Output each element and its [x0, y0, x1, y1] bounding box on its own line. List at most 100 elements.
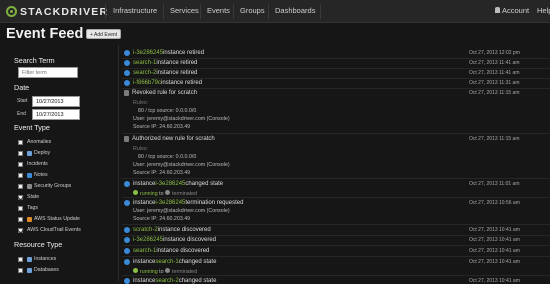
- row-divider: [122, 197, 550, 198]
- add-event-button[interactable]: + Add Event: [86, 29, 122, 39]
- instance-link[interactable]: i-3e286245: [133, 237, 163, 243]
- instance-link[interactable]: search-2: [155, 278, 178, 284]
- event-type-heading: Event Type: [14, 123, 50, 132]
- notes-checkbox[interactable]: [18, 172, 23, 178]
- stackdriver-logo-icon: [6, 6, 17, 17]
- incidents-checkbox[interactable]: [18, 161, 23, 167]
- source-ip-text: Source IP: 24.60.203.49: [133, 170, 191, 176]
- event-timestamp: Oct 27, 2013 10:41 am: [469, 237, 520, 243]
- instance-link[interactable]: i-3e286245: [133, 50, 163, 56]
- running-status-icon: [133, 268, 138, 273]
- event-timestamp: Oct 27, 2013 11:41 am: [469, 60, 520, 66]
- info-icon: [124, 237, 130, 243]
- source-ip-text: Source IP: 24.60.203.49: [133, 216, 191, 222]
- source-ip-text: Source IP: 24.60.203.49: [133, 124, 191, 130]
- end-date-input[interactable]: [32, 109, 80, 120]
- terminated-status-icon: [165, 190, 171, 195]
- event-timestamp: Oct 27, 2013 11:15 am: [469, 136, 520, 142]
- help-menu[interactable]: Help: [537, 6, 550, 15]
- notes-label: Notes: [34, 172, 48, 178]
- stackdriver-logo[interactable]: STACKDRIVER: [6, 4, 108, 19]
- security-groups-label: Security Groups: [34, 183, 72, 189]
- search-term-heading: Search Term: [14, 56, 55, 65]
- event-timestamp: Oct 27, 2013 11:31 am: [469, 80, 520, 86]
- event-text: instance discovered: [157, 227, 211, 233]
- server-icon: [27, 256, 32, 262]
- instance-link[interactable]: i-f866b79c: [133, 80, 161, 86]
- event-timestamp: Oct 27, 2013 10:56 am: [469, 200, 520, 206]
- event-timestamp: Oct 27, 2013 10:41 am: [469, 278, 520, 284]
- databases-label: Databases: [34, 267, 59, 273]
- rules-label: Rules:: [133, 146, 149, 152]
- event-timestamp: Oct 27, 2013 11:15 am: [469, 90, 520, 96]
- event-text: instance discovered: [163, 237, 217, 243]
- event-text: changed state: [178, 278, 217, 284]
- instance-link[interactable]: search-2: [133, 70, 156, 76]
- instance-link[interactable]: search-1: [133, 248, 156, 254]
- instance-link[interactable]: i-3e286245: [155, 181, 185, 187]
- brand-name: STACKDRIVER: [20, 5, 109, 18]
- row-divider: [122, 178, 550, 179]
- row-divider: [122, 68, 550, 69]
- end-date-label: End: [17, 111, 26, 117]
- filter-aws-status-update[interactable]: AWS Status Update: [18, 215, 80, 223]
- filter-databases[interactable]: Databases: [18, 266, 59, 274]
- nav-divider: [233, 4, 234, 19]
- filter-incidents[interactable]: Incidents: [18, 160, 48, 168]
- top-navbar: STACKDRIVER Infrastructure Services Even…: [0, 0, 550, 23]
- filter-deploy[interactable]: Deploy: [18, 149, 50, 157]
- info-icon: [124, 200, 130, 206]
- terminated-status-icon: [165, 268, 171, 273]
- filter-aws-cloudtrail[interactable]: AWS CloudTrail Events: [18, 226, 81, 234]
- nav-dashboards[interactable]: Dashboards: [275, 6, 315, 15]
- lock-icon: [124, 136, 129, 142]
- account-menu[interactable]: Account: [495, 6, 529, 15]
- row-divider: [122, 235, 550, 236]
- instance-link[interactable]: search-1: [133, 60, 156, 66]
- filter-tags[interactable]: Tags: [18, 204, 38, 212]
- info-icon: [124, 278, 130, 284]
- event-text: Authorized new rule for scratch: [132, 136, 215, 142]
- instance-link[interactable]: i-3e286245: [155, 200, 185, 206]
- info-icon: [124, 60, 130, 66]
- event-prefix: instance: [133, 181, 156, 187]
- filter-state[interactable]: State: [18, 193, 39, 201]
- filter-security-groups[interactable]: Security Groups: [18, 182, 71, 190]
- event-prefix: instance: [133, 200, 156, 206]
- instance-link[interactable]: search-1: [155, 259, 178, 265]
- anomalies-checkbox[interactable]: [18, 139, 23, 145]
- info-icon: [124, 181, 130, 187]
- row-divider: [122, 256, 550, 257]
- event-text: Revoked rule for scratch: [132, 90, 198, 96]
- tags-checkbox[interactable]: [18, 205, 23, 211]
- info-icon: [124, 80, 130, 86]
- instance-link[interactable]: scratch-2: [133, 227, 158, 233]
- account-label: Account: [502, 6, 530, 15]
- filter-anomalies[interactable]: Anomalies: [18, 138, 51, 146]
- event-timestamp: Oct 27, 2013 10:41 am: [469, 227, 520, 233]
- nav-infrastructure[interactable]: Infrastructure: [113, 6, 157, 15]
- filter-term-input[interactable]: [18, 67, 78, 78]
- state-label: State: [27, 194, 40, 200]
- user-icon: [495, 7, 500, 13]
- event-timestamp: Oct 27, 2013 12:02 pm: [469, 50, 520, 56]
- state-checkbox[interactable]: [18, 194, 23, 200]
- user-text: User: jeremy@stackdriver.com (Console): [133, 162, 230, 168]
- aws-status-update-checkbox[interactable]: [18, 216, 23, 222]
- aws-cloudtrail-checkbox[interactable]: [18, 227, 23, 233]
- info-icon: [124, 259, 130, 265]
- event-timestamp: Oct 27, 2013 10:41 am: [469, 248, 520, 254]
- running-status-icon: [133, 190, 138, 195]
- deploy-checkbox[interactable]: [18, 150, 23, 156]
- date-heading: Date: [14, 83, 30, 92]
- start-date-input[interactable]: [32, 96, 80, 107]
- nav-events[interactable]: Events: [207, 6, 230, 15]
- filter-instances[interactable]: Instances: [18, 255, 56, 263]
- nav-groups[interactable]: Groups: [240, 6, 265, 15]
- nav-services[interactable]: Services: [170, 6, 199, 15]
- nav-divider: [200, 4, 201, 19]
- instances-checkbox[interactable]: [18, 256, 23, 262]
- filter-notes[interactable]: Notes: [18, 171, 48, 179]
- security-groups-checkbox[interactable]: [18, 183, 23, 189]
- databases-checkbox[interactable]: [18, 267, 23, 273]
